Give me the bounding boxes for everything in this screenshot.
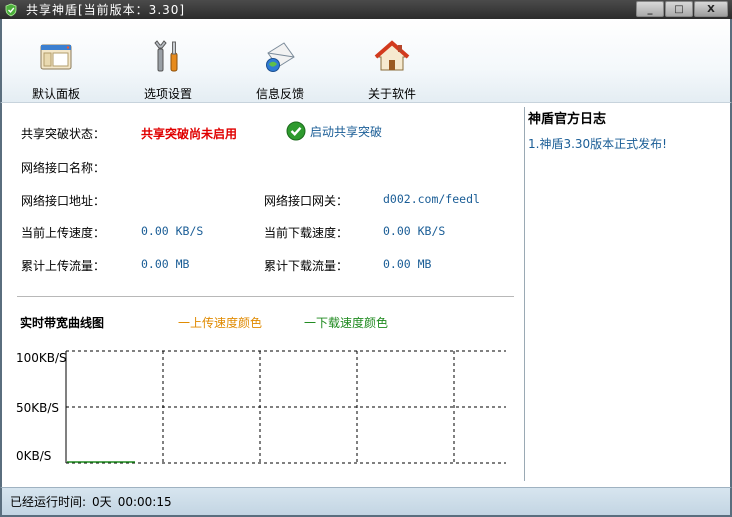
official-log-item[interactable]: 1.神盾3.30版本正式发布! xyxy=(528,135,726,152)
y-tick-label: 50KB/S xyxy=(16,401,59,415)
y-tick-label: 0KB/S xyxy=(16,449,51,463)
y-tick-label: 100KB/S xyxy=(16,351,67,365)
panel-separator xyxy=(524,107,525,481)
status-bar: 已经运行时间: 0天 00:00:15 xyxy=(0,487,732,517)
runtime-label: 已经运行时间: xyxy=(10,495,87,509)
runtime-time: 00:00:15 xyxy=(117,494,172,509)
runtime-days: 0天 xyxy=(92,495,112,509)
bandwidth-chart: 100KB/S 50KB/S 0KB/S xyxy=(16,350,506,464)
official-log-title: 神盾官方日志 xyxy=(528,112,607,127)
chart-grid xyxy=(66,350,506,463)
official-log-panel: 神盾官方日志 1.神盾3.30版本正式发布! xyxy=(528,108,726,152)
